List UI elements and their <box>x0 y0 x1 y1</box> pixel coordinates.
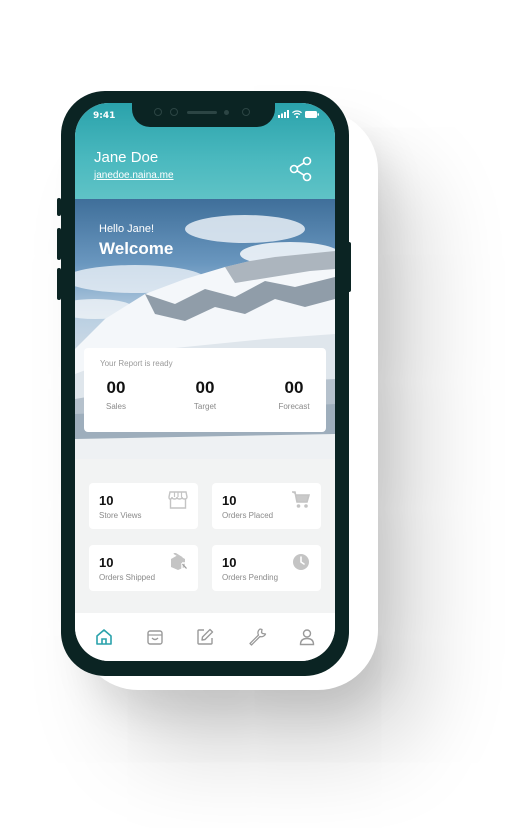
cart-icon <box>292 491 311 508</box>
stat-card-orders-shipped[interactable]: 10 Orders Shipped <box>89 545 198 591</box>
stat-value: 10 <box>99 493 114 508</box>
stat-value: 10 <box>222 555 237 570</box>
home-icon[interactable] <box>94 627 114 647</box>
sensor-dot <box>170 108 178 116</box>
metric-label: Forecast <box>278 402 310 411</box>
metric-forecast: 00 Forecast <box>274 378 314 411</box>
metric-label: Sales <box>105 402 126 411</box>
share-icon[interactable] <box>289 156 313 182</box>
stat-card-store-views[interactable]: 10 Store Views <box>89 483 198 529</box>
shopping-bag-icon[interactable] <box>145 627 165 647</box>
edit-icon[interactable] <box>195 627 215 647</box>
phone-screen: 9:41 Jane Doe janedoe.naina.me Hello Jan… <box>75 103 335 661</box>
stat-value: 10 <box>222 493 237 508</box>
greeting-text: Hello Jane! <box>99 223 155 235</box>
app-header: 9:41 Jane Doe janedoe.naina.me <box>75 103 335 199</box>
metric-label: Target <box>193 402 217 411</box>
metric-sales: 00 Sales <box>98 378 134 411</box>
stat-value: 10 <box>99 555 114 570</box>
battery-icon <box>305 110 319 118</box>
stat-card-orders-placed[interactable]: 10 Orders Placed <box>212 483 321 529</box>
stat-label: Orders Shipped <box>99 573 156 582</box>
report-card[interactable]: Your Report is ready 00 Sales 00 Target … <box>84 348 326 432</box>
stat-label: Store Views <box>99 511 142 520</box>
sensor-dot <box>224 110 229 115</box>
bottom-navigation <box>75 613 335 661</box>
wrench-icon[interactable] <box>247 627 267 647</box>
stat-label: Orders Pending <box>222 573 279 582</box>
metric-value: 00 <box>106 378 126 397</box>
metric-value: 00 <box>284 378 304 397</box>
user-icon[interactable] <box>297 627 317 647</box>
stat-label: Orders Placed <box>222 511 274 520</box>
shipped-box-icon <box>171 553 188 570</box>
signal-icon <box>278 110 289 118</box>
user-profile-link[interactable]: janedoe.naina.me <box>94 170 174 181</box>
metric-value: 00 <box>195 378 215 397</box>
status-icons <box>278 110 319 118</box>
status-time: 9:41 <box>93 111 116 121</box>
phone-notch <box>132 103 275 127</box>
user-name: Jane Doe <box>94 149 159 166</box>
store-icon <box>168 491 188 509</box>
welcome-title: Welcome <box>99 239 174 258</box>
stat-card-orders-pending[interactable]: 10 Orders Pending <box>212 545 321 591</box>
wifi-icon <box>292 110 302 118</box>
metric-target: 00 Target <box>187 378 223 411</box>
camera-dot <box>242 108 250 116</box>
report-title: Your Report is ready <box>100 359 173 368</box>
clock-icon <box>293 554 309 570</box>
speaker-grille <box>187 111 217 114</box>
camera-dot <box>154 108 162 116</box>
